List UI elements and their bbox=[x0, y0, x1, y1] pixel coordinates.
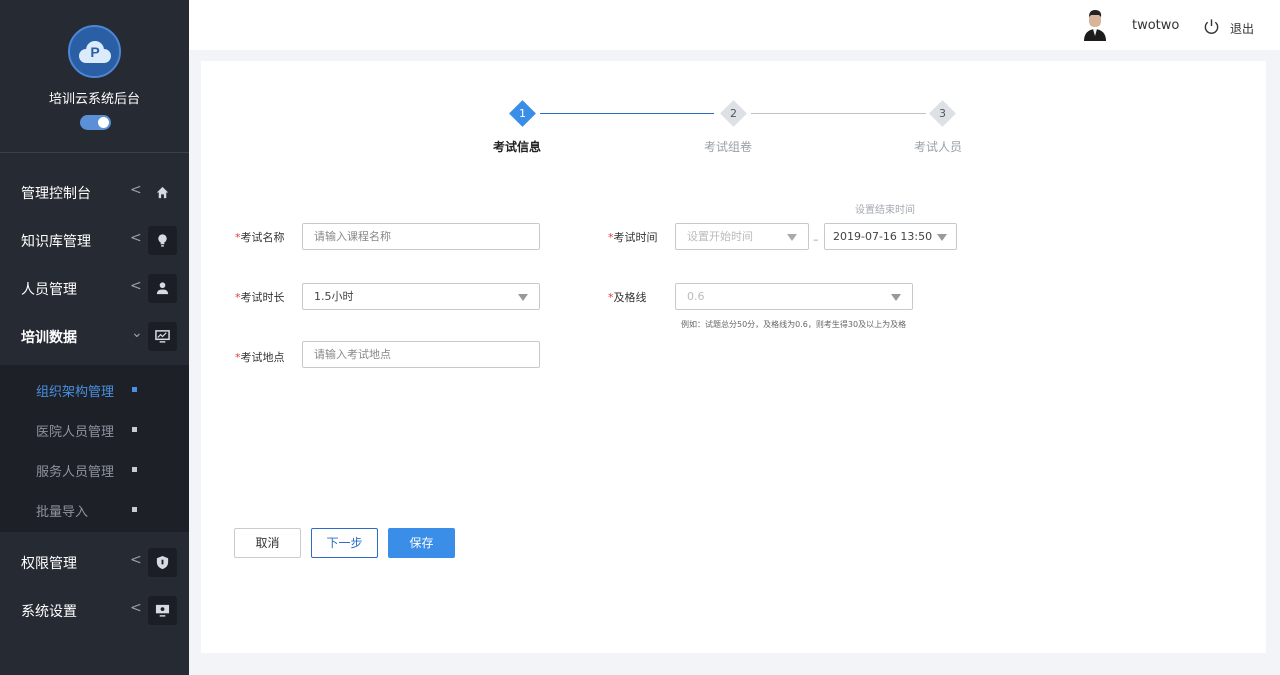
brand-title: 培训云系统后台 bbox=[48, 92, 140, 107]
submenu: 组织架构管理 医院人员管理 服务人员管理 批量导入 bbox=[0, 365, 189, 532]
label-text: 及格线 bbox=[613, 291, 647, 304]
value: 1.5小时 bbox=[314, 290, 354, 303]
step-number: 3 bbox=[939, 107, 946, 120]
chevron-down-icon: ⌄ bbox=[131, 325, 143, 341]
step-number: 1 bbox=[519, 107, 526, 120]
location-label: *考试地点 bbox=[235, 349, 285, 365]
screen-icon bbox=[148, 596, 177, 625]
menu-label: 培训数据 bbox=[21, 330, 77, 346]
exam-name-label: *考试名称 bbox=[235, 229, 285, 245]
caret-down-icon bbox=[891, 294, 901, 301]
menu-item-permissions[interactable]: 权限管理 < bbox=[0, 538, 189, 586]
monitor-icon bbox=[148, 322, 177, 351]
menu-label: 管理控制台 bbox=[21, 186, 91, 202]
cancel-button[interactable]: 取消 bbox=[234, 528, 301, 558]
chevron-left-icon: < bbox=[130, 182, 142, 198]
power-icon[interactable] bbox=[1203, 18, 1220, 35]
users-icon bbox=[148, 274, 177, 303]
step-connector bbox=[751, 113, 926, 114]
exam-name-input[interactable]: 请输入课程名称 bbox=[302, 223, 540, 250]
submenu-item-org[interactable]: 组织架构管理 bbox=[0, 369, 189, 409]
pass-line-select[interactable]: 0.6 bbox=[675, 283, 913, 310]
menu-item-dashboard[interactable]: 管理控制台 < bbox=[0, 168, 189, 216]
bullet-icon bbox=[132, 507, 137, 512]
sidebar: P 培训云系统后台 管理控制台 < 知识库管理 < 人员管理 < 培训数据 ⌄ bbox=[0, 0, 189, 675]
menu-item-knowledge[interactable]: 知识库管理 < bbox=[0, 216, 189, 264]
top-header: twotwo 退出 bbox=[189, 0, 1280, 50]
duration-select[interactable]: 1.5小时 bbox=[302, 283, 540, 310]
cloud-logo-icon: P bbox=[68, 25, 121, 78]
caret-down-icon bbox=[518, 294, 528, 301]
menu-label: 人员管理 bbox=[21, 282, 77, 298]
submenu-label: 批量导入 bbox=[36, 505, 89, 520]
pass-line-hint: 例如：试题总分50分，及格线为0.6，则考生得30及以上为及格 bbox=[681, 320, 907, 329]
step-label-3: 考试人员 bbox=[914, 140, 963, 154]
location-input[interactable]: 请输入考试地点 bbox=[302, 341, 540, 368]
duration-label: *考试时长 bbox=[235, 289, 285, 305]
bullet-icon bbox=[132, 427, 137, 432]
label-text: 考试名称 bbox=[240, 231, 285, 244]
caret-down-icon bbox=[787, 234, 797, 241]
pass-line-label: *及格线 bbox=[608, 289, 647, 305]
submenu-item-hospital[interactable]: 医院人员管理 bbox=[0, 409, 189, 449]
step-label-1: 考试信息 bbox=[493, 140, 542, 154]
menu-label: 权限管理 bbox=[21, 556, 77, 572]
step-number: 2 bbox=[730, 107, 737, 120]
step-connector bbox=[540, 113, 714, 114]
label-text: 考试地点 bbox=[240, 351, 285, 364]
step-marker-1[interactable]: 1 bbox=[509, 100, 536, 127]
brand-area: P 培训云系统后台 bbox=[0, 0, 189, 153]
submenu-label: 服务人员管理 bbox=[36, 465, 115, 480]
home-icon bbox=[148, 178, 177, 207]
caret-down-icon bbox=[937, 234, 947, 241]
label-text: 考试时长 bbox=[240, 291, 285, 304]
avatar[interactable] bbox=[1082, 9, 1108, 41]
range-separator: – bbox=[813, 233, 819, 246]
menu-item-personnel[interactable]: 人员管理 < bbox=[0, 264, 189, 312]
menu-label: 知识库管理 bbox=[21, 234, 91, 250]
chevron-left-icon: < bbox=[130, 600, 142, 616]
chevron-left-icon: < bbox=[130, 230, 142, 246]
logo-letter: P bbox=[90, 44, 100, 60]
save-button[interactable]: 保存 bbox=[388, 528, 455, 558]
start-time-select[interactable]: 设置开始时间 bbox=[675, 223, 809, 250]
bullet-icon bbox=[132, 467, 137, 472]
step-marker-2[interactable]: 2 bbox=[720, 100, 747, 127]
submenu-label: 组织架构管理 bbox=[36, 385, 115, 400]
submenu-item-service[interactable]: 服务人员管理 bbox=[0, 449, 189, 489]
lightbulb-icon bbox=[148, 226, 177, 255]
menu-item-training-data[interactable]: 培训数据 ⌄ bbox=[0, 312, 189, 360]
placeholder: 请输入课程名称 bbox=[314, 230, 391, 243]
step-label-2: 考试组卷 bbox=[704, 140, 753, 154]
chevron-left-icon: < bbox=[130, 552, 142, 568]
placeholder: 请输入考试地点 bbox=[314, 348, 391, 361]
value: 2019-07-16 13:50 bbox=[833, 230, 933, 243]
theme-toggle[interactable] bbox=[80, 115, 111, 130]
step-marker-3[interactable]: 3 bbox=[929, 100, 956, 127]
submenu-label: 医院人员管理 bbox=[36, 425, 115, 440]
chevron-left-icon: < bbox=[130, 278, 142, 294]
next-step-button[interactable]: 下一步 bbox=[311, 528, 378, 558]
submenu-item-import[interactable]: 批量导入 bbox=[0, 489, 189, 529]
logout-link[interactable]: 退出 bbox=[1230, 20, 1254, 37]
exam-form-card: 1 2 3 考试信息 考试组卷 考试人员 *考试名称 请输入课程名称 设置结束时… bbox=[201, 61, 1266, 653]
placeholder: 设置开始时间 bbox=[687, 230, 753, 243]
menu-label: 系统设置 bbox=[21, 604, 77, 620]
label-text: 考试时间 bbox=[613, 231, 658, 244]
shield-icon bbox=[148, 548, 177, 577]
exam-time-label: *考试时间 bbox=[608, 229, 658, 245]
menu-item-settings[interactable]: 系统设置 < bbox=[0, 586, 189, 634]
username[interactable]: twotwo bbox=[1132, 18, 1179, 33]
bullet-icon bbox=[132, 387, 137, 392]
end-time-hint: 设置结束时间 bbox=[855, 205, 915, 216]
end-time-select[interactable]: 2019-07-16 13:50 bbox=[824, 223, 957, 250]
value: 0.6 bbox=[687, 290, 705, 303]
